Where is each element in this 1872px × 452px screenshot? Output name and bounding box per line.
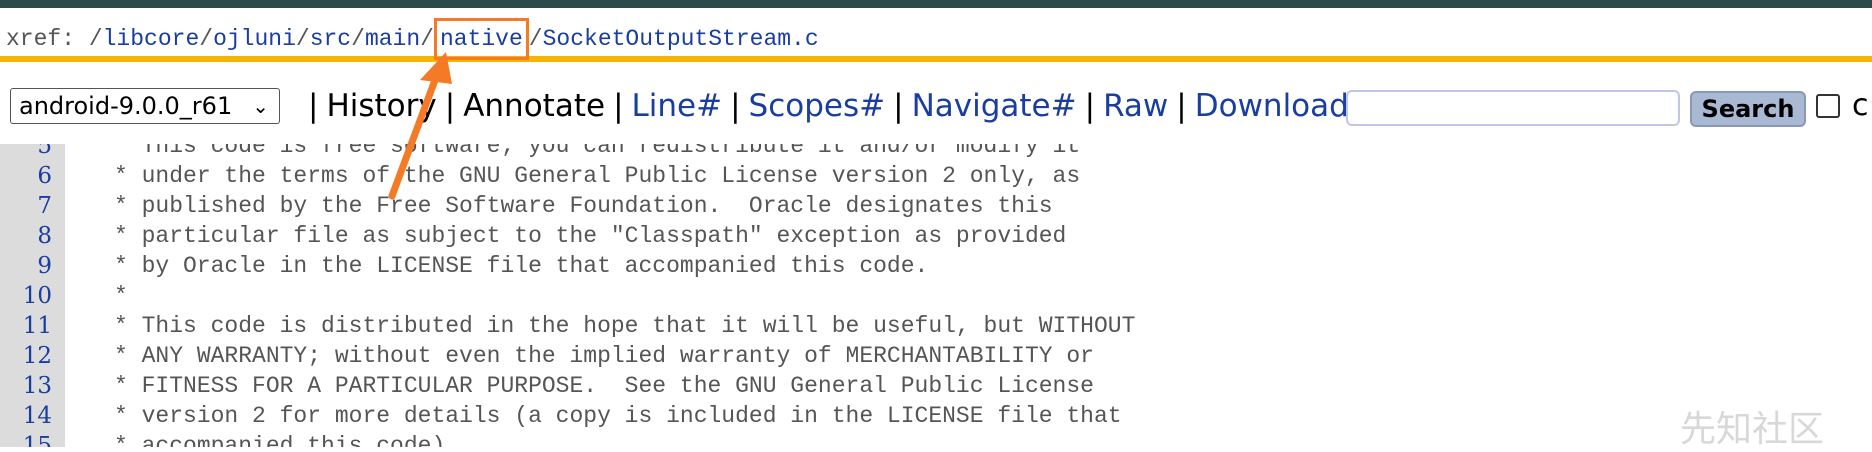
line-text: * under the terms of the GNU General Pub… <box>114 163 1081 189</box>
line-text: * This code is distributed in the hope t… <box>114 313 1136 339</box>
xref-segment-ojluni[interactable]: ojluni <box>213 26 296 52</box>
line-number[interactable]: 12 <box>0 341 52 371</box>
search-button[interactable]: Search <box>1690 91 1806 127</box>
xref-segment-main[interactable]: main <box>365 26 420 52</box>
checkbox-label: c <box>1852 88 1869 123</box>
line-number[interactable]: 7 <box>0 191 52 221</box>
toolbar-menu: | History | Annotate | Line# | Scopes# | Navigate… <box>300 84 1349 128</box>
top-dark-bar <box>0 0 1872 8</box>
code-line: 14 * version 2 for more details (a copy … <box>0 401 1872 431</box>
code-line: 7 * published by the Free Software Found… <box>0 191 1872 221</box>
line-text: * particular file as subject to the "Cla… <box>114 223 1067 249</box>
line-text: * by Oracle in the LICENSE file that acc… <box>114 253 929 279</box>
line-text: * ANY WARRANTY; without even the implied… <box>114 343 1094 369</box>
code-line: 9 * by Oracle in the LICENSE file that a… <box>0 251 1872 281</box>
line-text: * published by the Free Software Foundat… <box>114 193 1053 219</box>
code-line: 10 * <box>0 281 1872 311</box>
menu-annotate[interactable]: Annotate <box>463 84 605 128</box>
line-text: * accompanied this code). <box>114 433 460 447</box>
line-number[interactable]: 14 <box>0 401 52 431</box>
menu-history[interactable]: History <box>326 84 436 128</box>
line-number[interactable]: 11 <box>0 311 52 341</box>
xref-filename[interactable]: SocketOutputStream.c <box>543 26 819 52</box>
code-line: 13 * FITNESS FOR A PARTICULAR PURPOSE. S… <box>0 371 1872 401</box>
code-line: 5 * This code is free software; you can … <box>0 144 1872 161</box>
option-checkbox[interactable] <box>1816 94 1840 118</box>
code-view: 5 * This code is free software; you can … <box>0 144 1872 447</box>
menu-navigate[interactable]: Navigate# <box>912 84 1077 128</box>
xref-segment-src[interactable]: src <box>310 26 351 52</box>
xref-segment-libcore[interactable]: libcore <box>103 26 200 52</box>
menu-line[interactable]: Line# <box>632 84 723 128</box>
line-text: * version 2 for more details (a copy is … <box>114 403 1122 429</box>
toolbar: android-9.0.0_r61 ⌄ | History | Annotate | Li… <box>0 68 1872 144</box>
chevron-down-icon: ⌄ <box>252 94 269 118</box>
menu-download[interactable]: Download <box>1195 84 1349 128</box>
line-text: * FITNESS FOR A PARTICULAR PURPOSE. See … <box>114 373 1094 399</box>
menu-raw[interactable]: Raw <box>1103 84 1168 128</box>
code-line: 12 * ANY WARRANTY; without even the impl… <box>0 341 1872 371</box>
search-input[interactable] <box>1346 90 1680 126</box>
xref-prefix: xref: / <box>6 26 103 52</box>
line-number[interactable]: 15 <box>0 431 52 447</box>
xref-segment-native[interactable]: native <box>440 26 523 52</box>
branch-select[interactable]: android-9.0.0_r61 ⌄ <box>10 88 280 124</box>
code-line: 6 * under the terms of the GNU General P… <box>0 161 1872 191</box>
menu-scopes[interactable]: Scopes# <box>749 84 886 128</box>
code-line: 15 * accompanied this code). <box>0 431 1872 447</box>
line-number[interactable]: 10 <box>0 281 52 311</box>
highlight-box: native <box>433 18 529 60</box>
line-number[interactable]: 5 <box>0 144 52 161</box>
line-number[interactable]: 13 <box>0 371 52 401</box>
branch-select-value: android-9.0.0_r61 <box>19 92 233 120</box>
line-number[interactable]: 8 <box>0 221 52 251</box>
xref-breadcrumb: xref: /libcore/ojluni/src/main/native/So… <box>0 8 1872 62</box>
code-line: 8 * particular file as subject to the "C… <box>0 221 1872 251</box>
code-line: 11 * This code is distributed in the hop… <box>0 311 1872 341</box>
line-number[interactable]: 6 <box>0 161 52 191</box>
line-text: * This code is free software; you can re… <box>114 144 1081 159</box>
line-text: * <box>114 283 128 309</box>
watermark: 先知社区 <box>1680 409 1825 450</box>
line-number[interactable]: 9 <box>0 251 52 281</box>
